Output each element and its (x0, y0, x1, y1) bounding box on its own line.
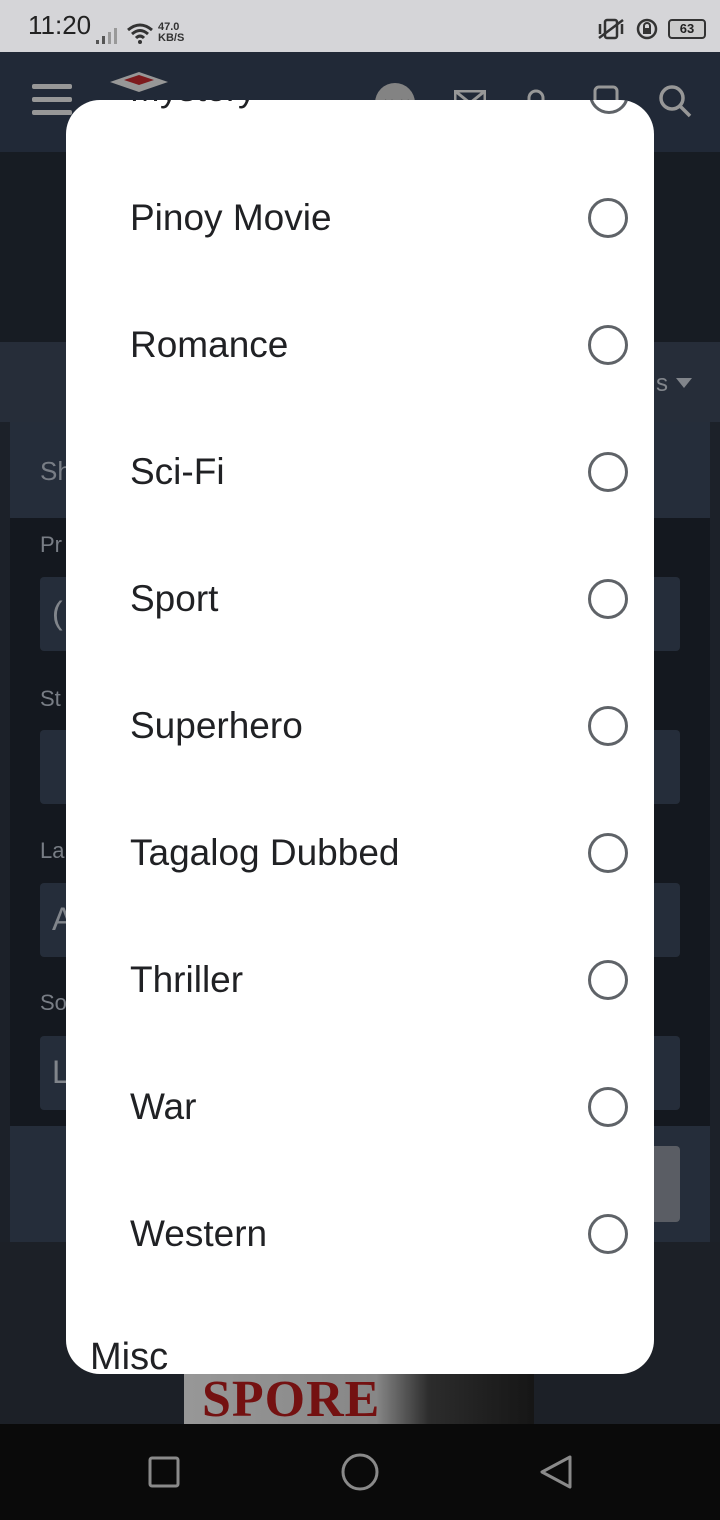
option-superhero[interactable]: Superhero (66, 662, 654, 789)
radio-button[interactable] (588, 578, 628, 619)
back-icon[interactable] (538, 1454, 574, 1490)
option-war[interactable]: War (66, 1043, 654, 1170)
option-thriller[interactable]: Thriller (66, 916, 654, 1043)
battery-indicator: 63 (668, 19, 706, 39)
radio-button[interactable] (588, 1086, 628, 1127)
radio-button[interactable] (589, 100, 629, 114)
option-label: War (130, 1085, 197, 1127)
option-western[interactable]: Western (66, 1170, 654, 1297)
status-time: 11:20 (28, 10, 92, 40)
vibrate-icon (598, 18, 624, 40)
home-icon[interactable] (340, 1452, 380, 1492)
option-label: Sport (130, 577, 219, 619)
option-tagalog-dubbed[interactable]: Tagalog Dubbed (66, 789, 654, 916)
radio-button[interactable] (588, 959, 628, 1000)
option-label: Thriller (130, 958, 244, 1000)
option-label: Western (130, 1212, 268, 1254)
option-label: Tagalog Dubbed (130, 831, 400, 873)
section-header-misc: Misc (90, 1336, 169, 1374)
radio-button[interactable] (588, 324, 628, 365)
radio-button[interactable] (588, 1213, 628, 1254)
radio-button[interactable] (588, 451, 628, 492)
option-sport[interactable]: Sport (66, 535, 654, 662)
system-nav-bar (0, 1424, 720, 1520)
option-pinoy-movie[interactable]: Pinoy Movie (66, 154, 654, 281)
genre-picker-dialog: Mystery Pinoy Movie Romance Sci-Fi Sport… (66, 100, 654, 1374)
recent-apps-icon[interactable] (146, 1454, 182, 1490)
option-sci-fi[interactable]: Sci-Fi (66, 408, 654, 535)
radio-button[interactable] (588, 705, 628, 746)
status-bar: 11:20 47.0 KB/S 63 (0, 0, 720, 52)
radio-button[interactable] (588, 832, 628, 873)
option-romance[interactable]: Romance (66, 281, 654, 408)
option-label: Romance (130, 323, 289, 365)
option-label: Sci-Fi (130, 450, 225, 492)
signal-icon (96, 28, 117, 44)
option-label-partial: Mystery (130, 100, 256, 110)
wifi-icon (127, 23, 153, 44)
lock-icon (636, 18, 658, 40)
option-label: Pinoy Movie (130, 196, 332, 238)
net-speed: 47.0 KB/S (158, 21, 185, 44)
radio-button[interactable] (588, 197, 628, 238)
option-label: Superhero (130, 704, 303, 746)
